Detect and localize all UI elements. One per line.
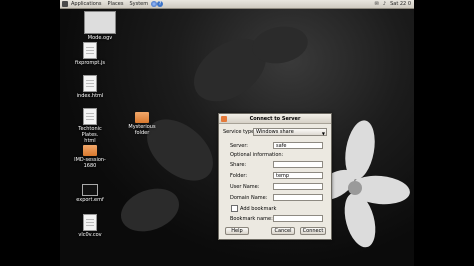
service-type-value: Windows share xyxy=(256,129,294,135)
top-panel: Applications Places System ? ✉ ♪ Sat 22 … xyxy=(60,0,414,9)
connect-to-server-dialog: Connect to Server Service type: Windows … xyxy=(218,113,332,240)
system-menu[interactable]: System xyxy=(126,1,151,7)
username-row: User Name: xyxy=(230,183,323,190)
desktop-icon-techtonic-plates[interactable]: Techtonic Plates. html xyxy=(70,108,110,144)
desktop-icon-label: fixprompt.js xyxy=(75,60,105,66)
service-type-dropdown[interactable]: Windows share ▼ xyxy=(253,128,327,136)
help-button[interactable]: Help xyxy=(225,227,249,235)
window-menu-icon[interactable] xyxy=(221,115,227,122)
bookmark-name-row: Bookmark name: xyxy=(230,215,323,222)
server-row: Server: safe xyxy=(230,142,323,149)
places-menu[interactable]: Places xyxy=(105,1,127,7)
desktop-icon-label: export.emf xyxy=(76,197,104,203)
add-bookmark-label: Add bookmark xyxy=(240,205,277,212)
optional-information-heading: Optional information: xyxy=(230,152,284,158)
bookmark-name-label: Bookmark name: xyxy=(230,215,273,222)
html-file-icon xyxy=(83,75,97,92)
desktop-icon-label: index.html xyxy=(76,93,104,99)
share-label: Share: xyxy=(230,161,247,168)
desktop-icon-fixprompt[interactable]: fixprompt.js xyxy=(70,42,110,66)
folder-icon xyxy=(135,112,149,123)
letterbox-left xyxy=(0,0,60,266)
letterbox-right xyxy=(414,0,474,266)
domain-input[interactable] xyxy=(273,194,323,201)
share-input[interactable] xyxy=(273,161,323,168)
desktop-icon-label: Mysterious folder xyxy=(128,124,156,136)
screen: Applications Places System ? ✉ ♪ Sat 22 … xyxy=(0,0,474,266)
desktop-icon-mode-ogv[interactable]: Mode.ogv xyxy=(80,11,120,41)
desktop-icon-vlc-cov[interactable]: vlc0v.cov xyxy=(70,214,110,238)
domain-label: Domain Name: xyxy=(230,194,268,201)
clock[interactable]: Sat 22 0 xyxy=(390,1,411,7)
desktop-icon-index-html[interactable]: index.html xyxy=(70,75,110,99)
desktop-icon-label: Techtonic Plates. html xyxy=(78,126,102,144)
desktop-icon-label: vlc0v.cov xyxy=(78,232,102,238)
folder-label: Folder: xyxy=(230,172,248,179)
desktop-icon-export-emf[interactable]: export.emf xyxy=(70,184,110,203)
share-row: Share: xyxy=(230,161,323,168)
desktop-icon-mysterious-folder[interactable]: Mysterious folder xyxy=(122,112,162,136)
folder-input[interactable]: temp xyxy=(273,172,323,179)
service-type-label: Service type: xyxy=(223,129,256,135)
video-file-icon xyxy=(84,11,116,34)
applications-menu[interactable]: Applications xyxy=(68,1,105,7)
desktop-icon-imd-session[interactable]: IMD-session-1680 xyxy=(70,145,110,169)
domain-row: Domain Name: xyxy=(230,194,323,201)
html-file-icon xyxy=(83,108,97,125)
system-tray: ✉ ♪ Sat 22 0 xyxy=(375,1,414,7)
connect-button[interactable]: Connect xyxy=(300,227,326,235)
username-input[interactable] xyxy=(273,183,323,190)
text-file-icon xyxy=(83,42,97,59)
folder-icon xyxy=(83,145,97,156)
cancel-button[interactable]: Cancel xyxy=(271,227,295,235)
bookmark-name-input[interactable] xyxy=(273,215,323,222)
mail-icon[interactable]: ✉ xyxy=(375,1,379,7)
service-type-label-text: Service type: xyxy=(223,129,256,135)
dialog-title: Connect to Server xyxy=(249,115,301,122)
folder-row: Folder: temp xyxy=(230,172,323,179)
server-label: Server: xyxy=(230,142,248,149)
chevron-down-icon: ▼ xyxy=(321,131,325,136)
desktop-icon-label: IMD-session-1680 xyxy=(74,157,106,169)
dialog-titlebar[interactable]: Connect to Server xyxy=(219,114,331,124)
username-label: User Name: xyxy=(230,183,260,190)
image-file-icon xyxy=(82,184,98,196)
help-launcher-icon[interactable]: ? xyxy=(157,1,164,7)
text-file-icon xyxy=(83,214,97,231)
add-bookmark-checkbox-row[interactable]: Add bookmark xyxy=(231,205,276,212)
server-input[interactable]: safe xyxy=(273,142,323,149)
add-bookmark-checkbox[interactable] xyxy=(231,205,238,212)
volume-icon[interactable]: ♪ xyxy=(383,1,386,7)
desktop-icon-label: Mode.ogv xyxy=(87,35,113,41)
